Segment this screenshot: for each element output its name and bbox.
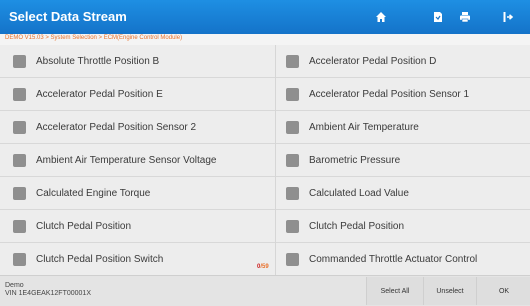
print-button[interactable] [455, 7, 475, 27]
checkbox[interactable] [286, 219, 299, 233]
list-item[interactable]: Calculated Engine Torque [0, 177, 275, 210]
list-item[interactable]: Barometric Pressure [276, 144, 530, 177]
list-item[interactable]: Clutch Pedal Position [0, 210, 275, 243]
list-item[interactable]: Accelerator Pedal Position Sensor 1 [276, 78, 530, 111]
checkbox[interactable] [13, 54, 26, 68]
vehicle-vin: VIN 1E4GEAK12FT00001X [5, 290, 91, 297]
bottom-bar: Demo VIN 1E4GEAK12FT00001X Select All Un… [0, 275, 530, 306]
report-icon [434, 12, 442, 22]
checkbox[interactable] [286, 153, 299, 167]
checkbox[interactable] [13, 87, 26, 101]
checkbox[interactable] [13, 252, 26, 266]
item-label: Ambient Air Temperature Sensor Voltage [36, 154, 217, 166]
item-label: Ambient Air Temperature [309, 121, 419, 133]
exit-icon [503, 12, 514, 22]
item-label: Barometric Pressure [309, 154, 401, 166]
list-item[interactable]: Accelerator Pedal Position D [276, 45, 530, 78]
checkbox[interactable] [286, 120, 299, 134]
list-item[interactable]: Calculated Load Value [276, 177, 530, 210]
list-item[interactable]: Accelerator Pedal Position Sensor 2 [0, 111, 275, 144]
item-label: Clutch Pedal Position [36, 220, 132, 232]
total-count: /59 [260, 264, 269, 270]
vehicle-name: Demo [5, 282, 24, 289]
item-label: Absolute Throttle Position B [36, 55, 160, 67]
checkbox[interactable] [13, 153, 26, 167]
item-label: Accelerator Pedal Position Sensor 2 [36, 121, 197, 133]
list-item[interactable]: Ambient Air Temperature Sensor Voltage [0, 144, 275, 177]
report-button[interactable] [428, 7, 448, 27]
list-item[interactable]: Ambient Air Temperature [276, 111, 530, 144]
item-label: Commanded Throttle Actuator Control [309, 253, 478, 265]
checkbox[interactable] [13, 219, 26, 233]
list-item[interactable]: Clutch Pedal Position Switch [0, 243, 275, 275]
breadcrumb: DEMO V15.03 > System Selection > ECM(Eng… [5, 35, 183, 41]
list-item[interactable]: Accelerator Pedal Position E [0, 78, 275, 111]
data-stream-list: Absolute Throttle Position B Accelerator… [0, 45, 530, 275]
exit-button[interactable] [498, 7, 518, 27]
item-label: Clutch Pedal Position [309, 220, 405, 232]
unselect-button[interactable]: Unselect [423, 277, 476, 305]
item-label: Calculated Engine Torque [36, 187, 151, 199]
home-icon [376, 12, 386, 22]
checkbox[interactable] [13, 120, 26, 134]
print-icon [460, 12, 470, 23]
breadcrumb-bar: DEMO V15.03 > System Selection > ECM(Eng… [0, 34, 530, 45]
checkbox[interactable] [286, 252, 299, 266]
ok-button[interactable]: OK [476, 277, 530, 305]
checkbox[interactable] [286, 54, 299, 68]
select-all-button[interactable]: Select All [366, 277, 423, 305]
checkbox[interactable] [286, 186, 299, 200]
item-label: Accelerator Pedal Position E [36, 88, 163, 100]
list-item[interactable]: Absolute Throttle Position B [0, 45, 275, 78]
checkbox[interactable] [286, 87, 299, 101]
home-button[interactable] [371, 7, 391, 27]
item-label: Calculated Load Value [309, 187, 409, 199]
list-item[interactable]: Clutch Pedal Position [276, 210, 530, 243]
title-bar: Select Data Stream [0, 0, 530, 34]
checkbox[interactable] [13, 186, 26, 200]
selection-counter: 0/59 [257, 264, 269, 270]
item-label: Accelerator Pedal Position D [309, 55, 437, 67]
page-title: Select Data Stream [9, 9, 127, 24]
vehicle-info: Demo VIN 1E4GEAK12FT00001X [5, 282, 91, 298]
item-label: Accelerator Pedal Position Sensor 1 [309, 88, 470, 100]
list-item[interactable]: Commanded Throttle Actuator Control [276, 243, 530, 275]
item-label: Clutch Pedal Position Switch [36, 253, 164, 265]
